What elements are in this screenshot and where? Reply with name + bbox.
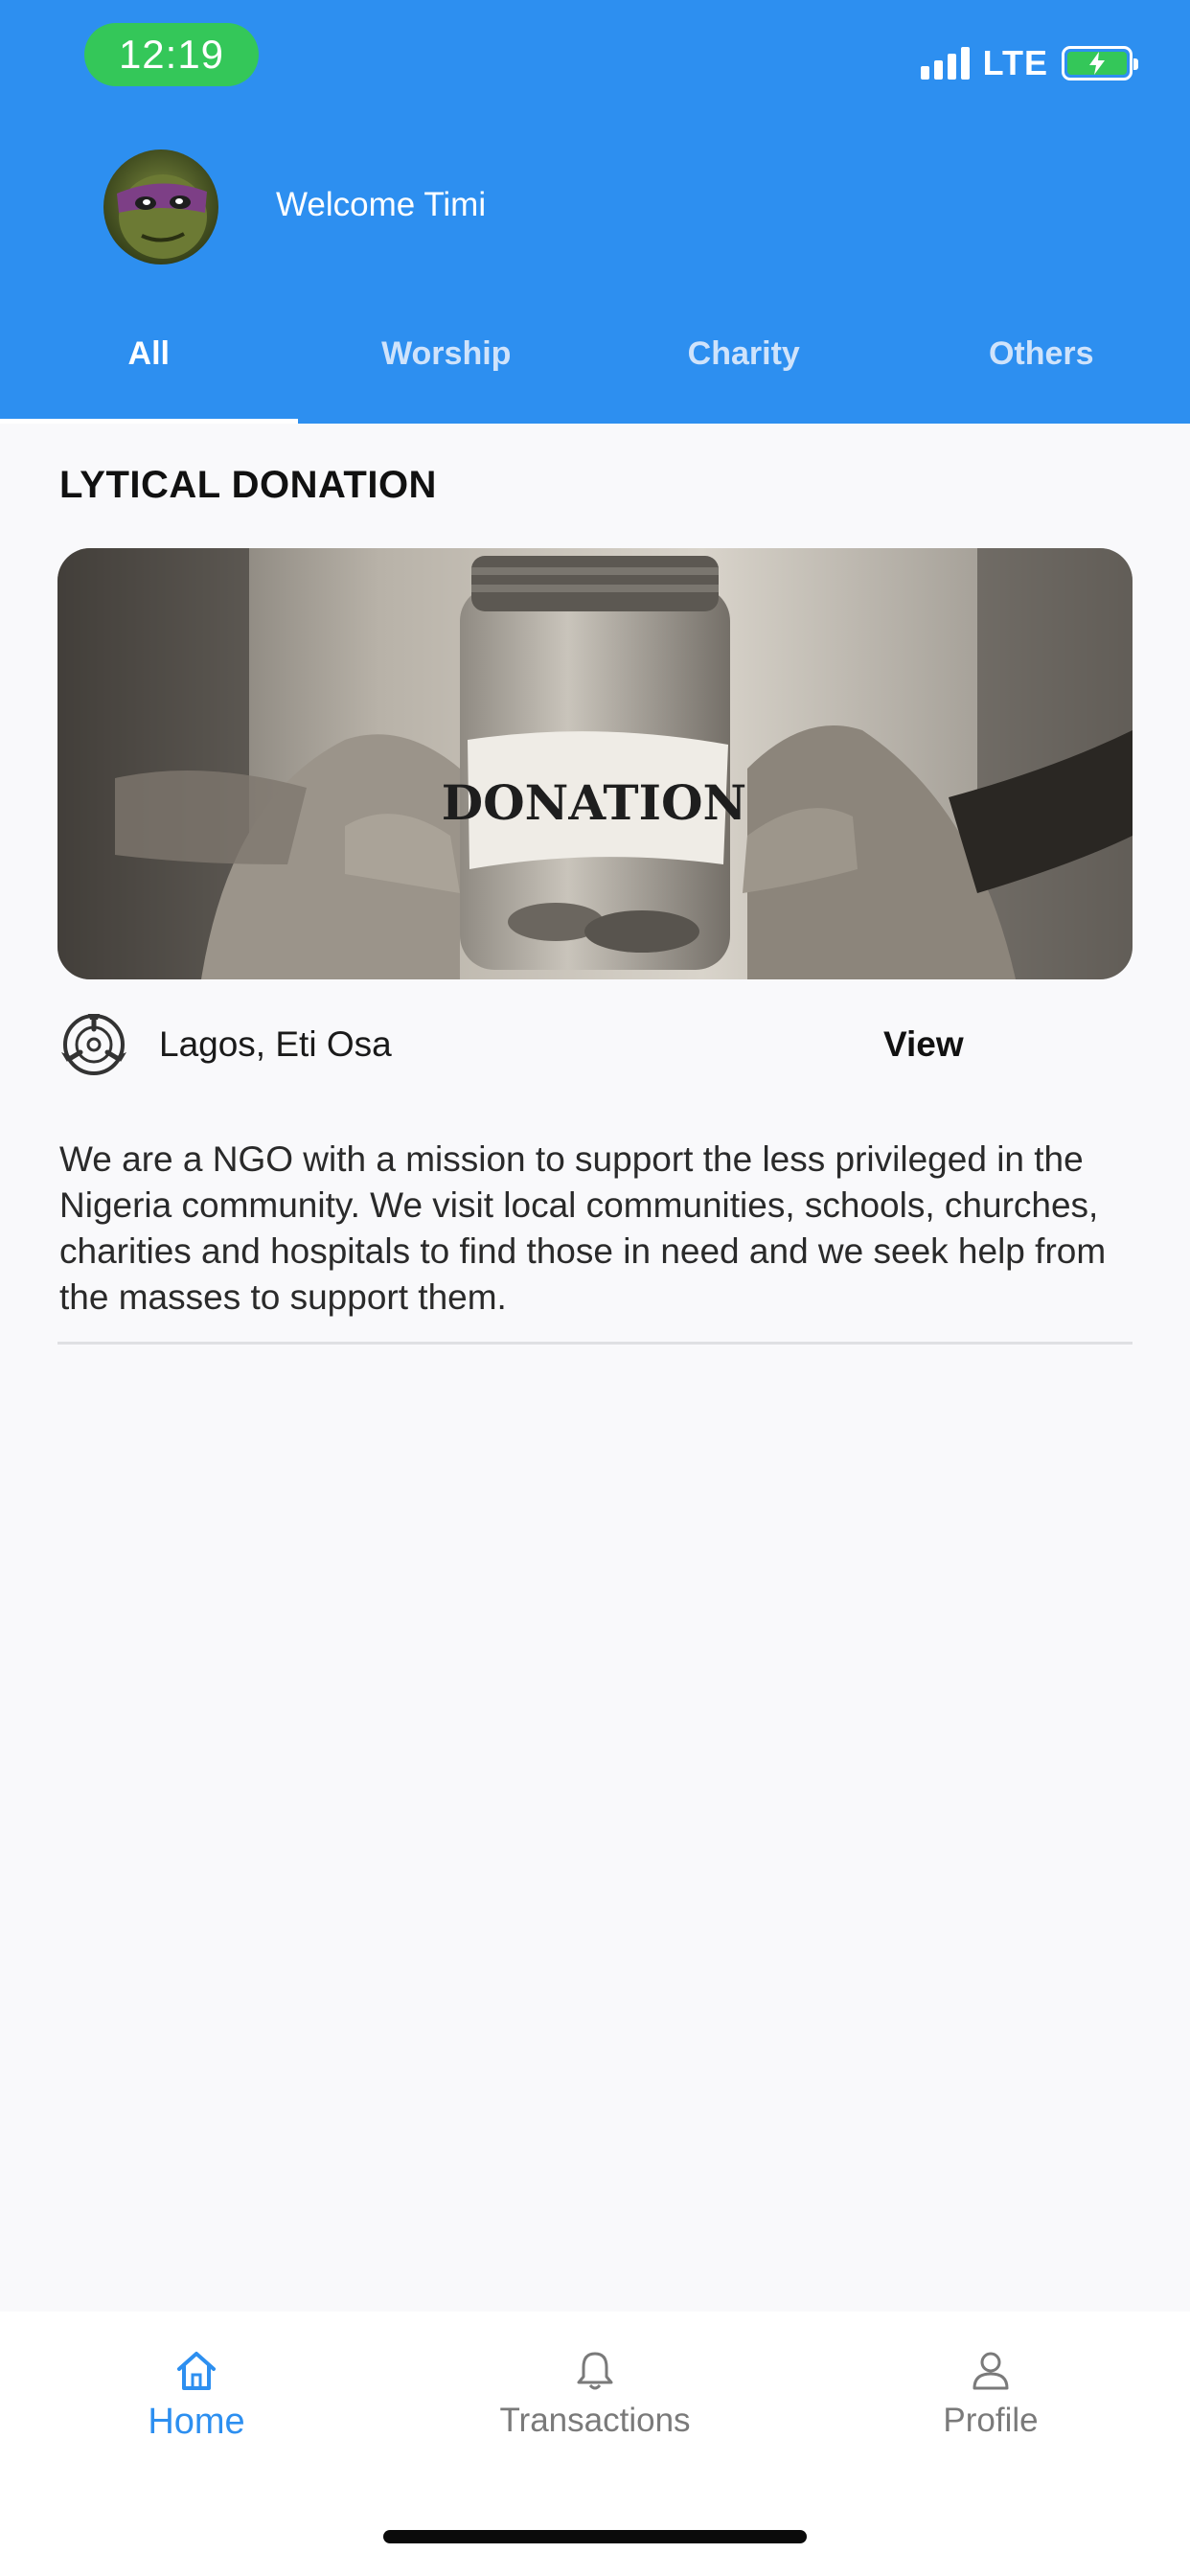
location-row: Lagos, Eti Osa View: [59, 1010, 1133, 1079]
donation-image[interactable]: DONATION: [57, 548, 1133, 979]
tab-all[interactable]: All: [0, 316, 298, 424]
home-indicator[interactable]: [383, 2530, 807, 2543]
app-header: 12:19 LTE Welcome Timi All Worship Chari…: [0, 0, 1190, 424]
tab-others[interactable]: Others: [893, 316, 1190, 424]
nav-profile[interactable]: Profile: [847, 2348, 1134, 2440]
tab-charity[interactable]: Charity: [595, 316, 893, 424]
network-type: LTE: [982, 43, 1048, 82]
nav-transactions-label: Transactions: [499, 2402, 691, 2439]
bell-icon: [577, 2352, 613, 2390]
user-icon: [973, 2352, 1009, 2390]
nav-transactions[interactable]: Transactions: [451, 2348, 739, 2440]
post-description: We are a NGO with a mission to support t…: [59, 1139, 1107, 1317]
view-button[interactable]: View: [883, 1024, 964, 1065]
image-label-text: DONATION: [442, 774, 747, 831]
category-tabs: All Worship Charity Others: [0, 316, 1190, 424]
welcome-text: Welcome Timi: [276, 186, 487, 223]
status-indicators: LTE: [920, 42, 1138, 84]
location-text: Lagos, Eti Osa: [159, 1024, 392, 1064]
home-icon: [177, 2352, 216, 2390]
battery-charging-icon: [1062, 46, 1138, 80]
divider: [57, 1342, 1133, 1345]
post-title: LYTICAL DONATION: [59, 464, 437, 506]
nav-home-label: Home: [148, 2402, 245, 2442]
avatar[interactable]: [103, 150, 218, 264]
organization-logo-icon: [61, 1014, 126, 1075]
tab-worship[interactable]: Worship: [298, 316, 596, 424]
signal-icon: [920, 47, 970, 80]
nav-home[interactable]: Home: [53, 2348, 340, 2443]
status-time: 12:19: [84, 23, 259, 86]
nav-profile-label: Profile: [943, 2402, 1039, 2439]
